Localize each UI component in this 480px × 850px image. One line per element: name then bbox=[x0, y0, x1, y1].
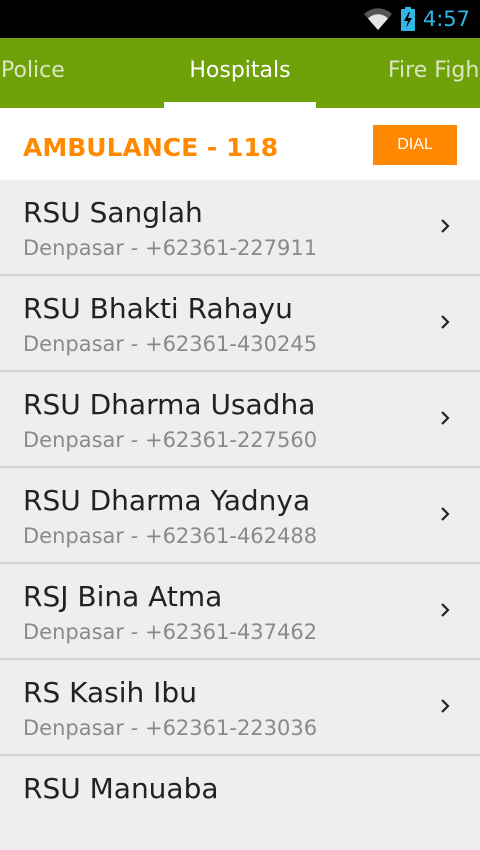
list-item[interactable]: RSJ Bina Atma Denpasar - +62361-437462 bbox=[0, 562, 480, 658]
battery-charging-icon bbox=[400, 7, 415, 31]
hospital-name: RSU Bhakti Rahayu bbox=[23, 292, 293, 325]
chevron-right-icon bbox=[441, 315, 450, 329]
hospital-name: RSU Sanglah bbox=[23, 196, 203, 229]
hospital-name: RSU Dharma Usadha bbox=[23, 388, 316, 421]
chevron-right-icon bbox=[441, 411, 450, 425]
tab-police[interactable]: Police bbox=[1, 38, 65, 108]
clock: 4:57 bbox=[422, 7, 470, 31]
ambulance-number-label: AMBULANCE - 118 bbox=[23, 133, 279, 162]
list-item[interactable]: RSU Dharma Yadnya Denpasar - +62361-4624… bbox=[0, 466, 480, 562]
hospital-detail: Denpasar - +62361-227560 bbox=[23, 428, 318, 452]
hospital-name: RSU Dharma Yadnya bbox=[23, 484, 311, 517]
hospital-detail: Denpasar - +62361-227911 bbox=[23, 236, 318, 260]
tab-fire-fighters[interactable]: Fire Figh bbox=[388, 38, 479, 108]
wifi-icon bbox=[363, 8, 392, 30]
chevron-right-icon bbox=[441, 507, 450, 521]
hospital-detail: Denpasar - +62361-437462 bbox=[23, 620, 318, 644]
list-item[interactable]: RSU Manuaba bbox=[0, 754, 480, 850]
list-item[interactable]: RSU Bhakti Rahayu Denpasar - +62361-4302… bbox=[0, 274, 480, 370]
hospital-name: RSJ Bina Atma bbox=[23, 580, 223, 613]
hospital-detail: Denpasar - +62361-430245 bbox=[23, 332, 318, 356]
dial-button[interactable]: DIAL bbox=[373, 125, 457, 165]
chevron-right-icon bbox=[441, 603, 450, 617]
emergency-number-bar: AMBULANCE - 118 DIAL bbox=[0, 108, 480, 180]
list-item[interactable]: RSU Sanglah Denpasar - +62361-227911 bbox=[0, 180, 480, 274]
hospital-list: RSU Sanglah Denpasar - +62361-227911 RSU… bbox=[0, 180, 480, 850]
list-item[interactable]: RSU Dharma Usadha Denpasar - +62361-2275… bbox=[0, 370, 480, 466]
list-item[interactable]: RS Kasih Ibu Denpasar - +62361-223036 bbox=[0, 658, 480, 754]
hospital-name: RSU Manuaba bbox=[23, 772, 219, 805]
status-icons: 4:57 bbox=[363, 0, 470, 38]
hospital-name: RS Kasih Ibu bbox=[23, 676, 197, 709]
status-bar: 4:57 bbox=[0, 0, 480, 38]
tab-bar: Police Hospitals Fire Figh bbox=[0, 38, 480, 108]
chevron-right-icon bbox=[441, 699, 450, 713]
hospital-detail: Denpasar - +62361-223036 bbox=[23, 716, 318, 740]
chevron-right-icon bbox=[441, 219, 450, 233]
hospital-detail: Denpasar - +62361-462488 bbox=[23, 524, 318, 548]
tab-hospitals[interactable]: Hospitals bbox=[164, 38, 316, 108]
